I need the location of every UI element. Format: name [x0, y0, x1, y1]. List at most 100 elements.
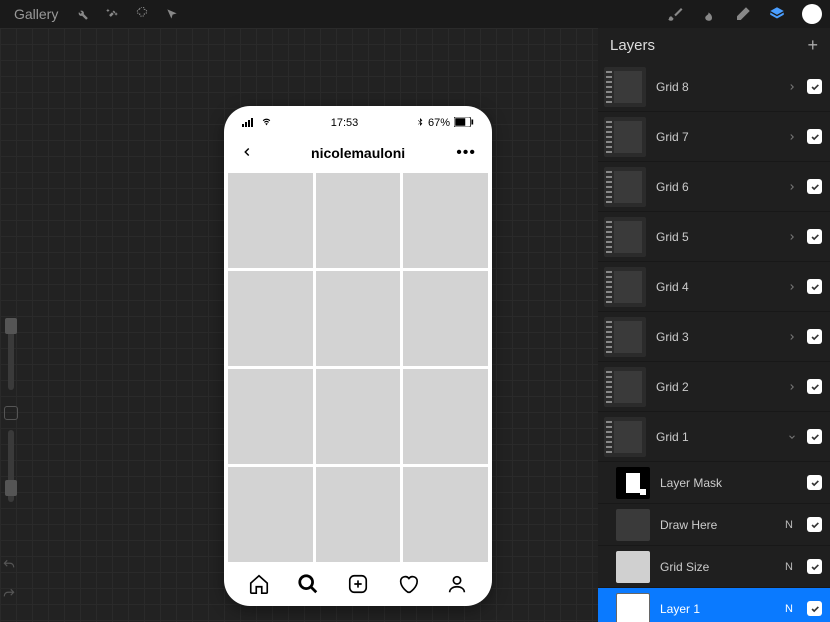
blend-mode-badge[interactable]: N [781, 603, 797, 615]
layer-group-row[interactable]: Grid 4 [598, 262, 830, 312]
undo-icon[interactable] [2, 558, 16, 575]
heart-icon[interactable] [396, 572, 420, 596]
wand-icon[interactable] [100, 2, 124, 26]
visibility-checkbox[interactable] [807, 229, 822, 244]
tab-bar [224, 562, 492, 606]
grid-cell [228, 271, 313, 366]
add-post-icon[interactable] [346, 572, 370, 596]
layer-group-row[interactable]: Grid 8 [598, 62, 830, 112]
layer-group-row[interactable]: Grid 5 [598, 212, 830, 262]
layer-group-row[interactable]: Grid 6 [598, 162, 830, 212]
chevron-right-icon[interactable] [787, 232, 797, 242]
status-bar: 17:53 67% [224, 106, 492, 136]
layer-thumbnail [604, 317, 646, 357]
grid-cell [316, 467, 401, 562]
signal-icon [242, 117, 256, 130]
layer-group-row[interactable]: Grid 7 [598, 112, 830, 162]
wifi-icon [260, 117, 273, 130]
layers-panel: Layers + Grid 8 Grid 7 Grid 6 Grid 5 Grid 4 G… [598, 28, 830, 622]
profile-icon[interactable] [445, 572, 469, 596]
back-chevron-icon[interactable] [240, 142, 260, 165]
layers-title: Layers [610, 37, 655, 54]
post-grid [224, 170, 492, 562]
brush-icon[interactable] [660, 2, 690, 26]
visibility-checkbox[interactable] [807, 379, 822, 394]
blend-mode-badge[interactable]: N [781, 519, 797, 531]
selection-icon[interactable] [130, 2, 154, 26]
chevron-right-icon[interactable] [787, 132, 797, 142]
bluetooth-icon [416, 116, 424, 131]
brush-size-slider[interactable] [8, 318, 14, 390]
search-icon[interactable] [296, 572, 320, 596]
visibility-checkbox[interactable] [807, 329, 822, 344]
layer-name: Grid 4 [656, 280, 777, 294]
chevron-right-icon[interactable] [787, 82, 797, 92]
chevron-right-icon[interactable] [787, 332, 797, 342]
layer-name: Grid 8 [656, 80, 777, 94]
visibility-checkbox[interactable] [807, 129, 822, 144]
visibility-checkbox[interactable] [807, 475, 822, 490]
layer-thumbnail [604, 67, 646, 107]
visibility-checkbox[interactable] [807, 559, 822, 574]
brush-opacity-slider[interactable] [8, 430, 14, 502]
profile-header: nicolemauloni ••• [224, 136, 492, 170]
layer-row[interactable]: Grid Size N [598, 546, 830, 588]
status-time: 17:53 [331, 117, 359, 129]
left-rail [4, 318, 18, 502]
layer-name: Grid 2 [656, 380, 777, 394]
visibility-checkbox[interactable] [807, 517, 822, 532]
grid-cell [403, 173, 488, 268]
visibility-checkbox[interactable] [807, 429, 822, 444]
visibility-checkbox[interactable] [807, 279, 822, 294]
grid-cell [403, 369, 488, 464]
layer-thumbnail [616, 593, 650, 622]
chevron-down-icon[interactable] [787, 432, 797, 442]
layer-name: Grid Size [660, 560, 771, 574]
layer-thumbnail [604, 267, 646, 307]
wrench-icon[interactable] [70, 2, 94, 26]
phone-mockup: 17:53 67% nicolemauloni ••• [224, 106, 492, 606]
undo-redo [2, 558, 16, 604]
layer-row[interactable]: Draw Here N [598, 504, 830, 546]
smudge-icon[interactable] [694, 2, 724, 26]
layer-name: Grid 3 [656, 330, 777, 344]
layers-icon[interactable] [762, 2, 792, 26]
layer-name: Layer 1 [660, 602, 771, 616]
add-layer-icon[interactable]: + [807, 35, 818, 56]
layer-group-row[interactable]: Grid 3 [598, 312, 830, 362]
layer-thumbnail [616, 509, 650, 541]
layer-row[interactable]: Layer 1 N [598, 588, 830, 622]
layer-name: Draw Here [660, 518, 771, 532]
grid-cell [228, 467, 313, 562]
arrow-icon[interactable] [160, 2, 184, 26]
visibility-checkbox[interactable] [807, 601, 822, 616]
blend-mode-badge[interactable]: N [781, 561, 797, 573]
redo-icon[interactable] [2, 587, 16, 604]
gallery-button[interactable]: Gallery [8, 4, 64, 24]
grid-cell [228, 369, 313, 464]
grid-cell [228, 173, 313, 268]
chevron-right-icon[interactable] [787, 282, 797, 292]
layer-thumbnail [616, 467, 650, 499]
chevron-right-icon[interactable] [787, 182, 797, 192]
grid-cell [403, 467, 488, 562]
more-icon[interactable]: ••• [456, 144, 476, 162]
layer-name: Grid 1 [656, 430, 777, 444]
layer-group-row[interactable]: Grid 1 [598, 412, 830, 462]
layer-name: Grid 6 [656, 180, 777, 194]
layer-thumbnail [616, 551, 650, 583]
visibility-checkbox[interactable] [807, 79, 822, 94]
layer-group-row[interactable]: Grid 2 [598, 362, 830, 412]
chevron-right-icon[interactable] [787, 382, 797, 392]
modify-button[interactable] [4, 406, 18, 420]
grid-cell [316, 173, 401, 268]
layer-thumbnail [604, 417, 646, 457]
grid-cell [316, 369, 401, 464]
color-swatch[interactable] [802, 4, 822, 24]
eraser-icon[interactable] [728, 2, 758, 26]
top-toolbar: Gallery [0, 0, 830, 28]
visibility-checkbox[interactable] [807, 179, 822, 194]
layer-name: Layer Mask [660, 476, 797, 490]
layer-row[interactable]: Layer Mask [598, 462, 830, 504]
home-icon[interactable] [247, 572, 271, 596]
